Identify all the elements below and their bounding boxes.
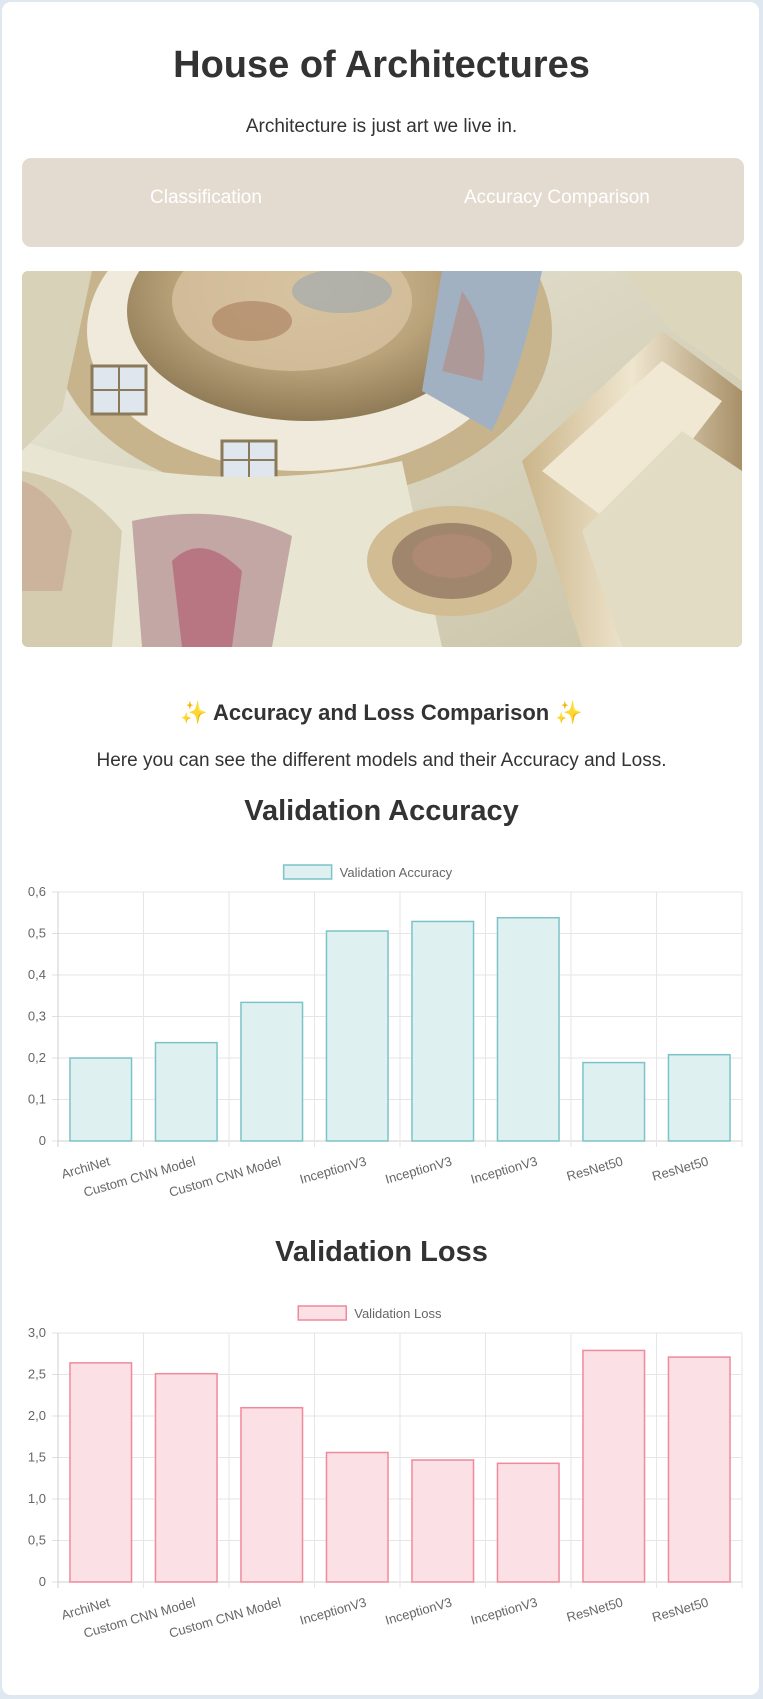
accuracy-chart-title: Validation Accuracy [244, 795, 519, 827]
loss-bar[interactable] [667, 1356, 731, 1583]
accuracy-ytick-label: 0,6 [28, 884, 46, 899]
page-title: House of Architectures [173, 44, 590, 86]
accuracy-bar[interactable] [582, 1061, 646, 1142]
accuracy-ytick-label: 0,5 [28, 926, 46, 941]
loss-bar[interactable] [69, 1362, 133, 1583]
accuracy-xtick-label: ArchiNet [60, 1153, 112, 1181]
loss-xtick-label: ResNet50 [650, 1594, 710, 1624]
loss-xtick-label: InceptionV3 [383, 1594, 453, 1627]
loss-xtick-label: ResNet50 [565, 1594, 625, 1624]
loss-ytick-label: 1,5 [28, 1450, 46, 1465]
accuracy-bar[interactable] [667, 1053, 731, 1142]
tagline: Architecture is just art we live in. [245, 116, 518, 137]
loss-xtick-label: InceptionV3 [469, 1594, 539, 1627]
comparison-section-title: ✨ Accuracy and Loss Comparison ✨ [180, 700, 583, 725]
loss-bar[interactable] [582, 1349, 646, 1583]
loss-ytick-label: 3,0 [28, 1325, 46, 1340]
hero-image [22, 271, 742, 647]
loss-legend-swatch[interactable] [297, 1305, 347, 1321]
loss-ytick-label: 2,0 [28, 1408, 46, 1423]
loss-ytick-label: 0,5 [28, 1533, 46, 1548]
accuracy-ytick-label: 0,1 [28, 1092, 46, 1107]
loss-bar[interactable] [240, 1406, 304, 1583]
loss-xtick-label: ArchiNet [60, 1594, 112, 1622]
loss-xtick-label: InceptionV3 [298, 1594, 368, 1627]
accuracy-legend-swatch[interactable] [282, 864, 333, 880]
accuracy-xtick-label: ResNet50 [650, 1153, 710, 1183]
loss-bar[interactable] [325, 1451, 389, 1583]
accuracy-bar[interactable] [69, 1057, 133, 1142]
accuracy-xtick-label: InceptionV3 [469, 1153, 539, 1186]
accuracy-bar[interactable] [325, 930, 389, 1142]
nav-accuracy-comparison-link[interactable]: Accuracy Comparison [464, 187, 650, 209]
accuracy-ytick-label: 0 [39, 1133, 46, 1148]
accuracy-xtick-label: InceptionV3 [298, 1153, 368, 1186]
accuracy-bar[interactable] [240, 1001, 304, 1142]
loss-bar[interactable] [411, 1459, 475, 1583]
comparison-section-description: Here you can see the different models an… [96, 750, 667, 771]
accuracy-bar[interactable] [411, 920, 475, 1142]
accuracy-xtick-label: ResNet50 [565, 1153, 625, 1183]
loss-legend-label[interactable]: Validation Loss [354, 1306, 442, 1321]
loss-bar[interactable] [496, 1462, 560, 1583]
accuracy-ytick-label: 0,3 [28, 1009, 46, 1024]
nav-bar: Classification Accuracy Comparison [22, 158, 744, 247]
accuracy-bar[interactable] [496, 916, 560, 1142]
accuracy-xtick-label: InceptionV3 [383, 1153, 453, 1186]
loss-ytick-label: 2,5 [28, 1367, 46, 1382]
accuracy-ytick-label: 0,4 [28, 967, 46, 982]
loss-bar[interactable] [154, 1372, 218, 1583]
accuracy-ytick-label: 0,2 [28, 1050, 46, 1065]
loss-ytick-label: 0 [39, 1574, 46, 1589]
accuracy-bar[interactable] [154, 1041, 218, 1142]
loss-ytick-label: 1,0 [28, 1491, 46, 1506]
loss-chart: 00,51,01,52,02,53,0ArchiNetCustom CNN Mo… [28, 1305, 743, 1641]
loss-chart-title: Validation Loss [275, 1236, 488, 1268]
accuracy-legend-label[interactable]: Validation Accuracy [340, 865, 453, 880]
nav-classification-link[interactable]: Classification [150, 187, 262, 209]
accuracy-chart: 00,10,20,30,40,50,6ArchiNetCustom CNN Mo… [28, 864, 743, 1200]
